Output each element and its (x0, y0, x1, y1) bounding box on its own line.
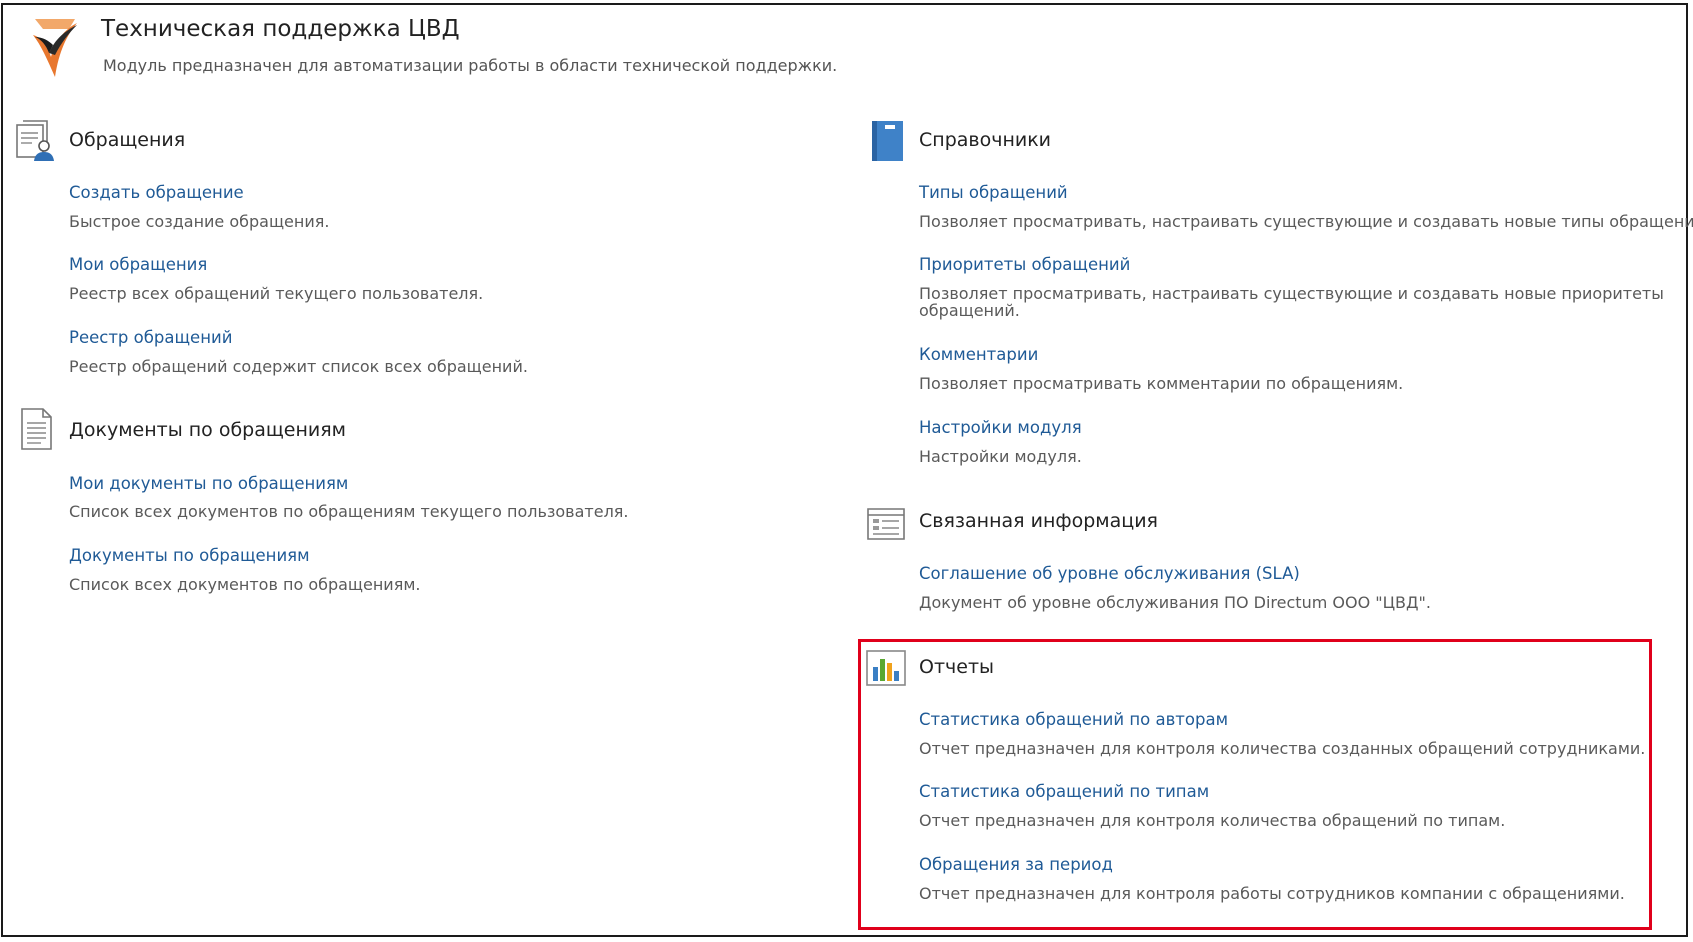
section-title-appeals: Обращения (69, 129, 186, 151)
desc-sla: Документ об уровне обслуживания ПО Direc… (919, 593, 1431, 612)
info-panel-icon (867, 508, 905, 540)
link-stats-by-types[interactable]: Статистика обращений по типам (919, 782, 1209, 801)
book-icon (872, 121, 903, 161)
desc-my-appeal-documents: Список всех документов по обращениям тек… (69, 502, 629, 521)
link-appeals-registry[interactable]: Реестр обращений (69, 328, 232, 347)
desc-comments: Позволяет просматривать комментарии по о… (919, 374, 1404, 393)
link-sla[interactable]: Соглашение об уровне обслуживания (SLA) (919, 564, 1300, 583)
cvd-logo-icon (33, 19, 77, 77)
document-list-icon (21, 408, 52, 450)
link-my-appeal-documents[interactable]: Мои документы по обращениям (69, 474, 348, 493)
desc-module-settings: Настройки модуля. (919, 447, 1082, 466)
desc-appeal-types: Позволяет просматривать, настраивать сущ… (919, 212, 1693, 231)
desc-appeal-priorities: Позволяет просматривать, настраивать сущ… (919, 284, 1664, 320)
link-appeal-types[interactable]: Типы обращений (919, 183, 1068, 202)
link-appeals-for-period[interactable]: Обращения за период (919, 855, 1113, 874)
link-module-settings[interactable]: Настройки модуля (919, 418, 1082, 437)
desc-stats-by-types: Отчет предназначен для контроля количест… (919, 811, 1506, 830)
desc-my-appeals: Реестр всех обращений текущего пользоват… (69, 284, 484, 303)
link-comments[interactable]: Комментарии (919, 345, 1038, 364)
link-create-appeal[interactable]: Создать обращение (69, 183, 244, 202)
section-title-references: Справочники (919, 129, 1052, 151)
section-title-reports: Отчеты (919, 656, 995, 678)
section-title-documents: Документы по обращениям (69, 419, 346, 441)
desc-appeal-documents: Список всех документов по обращениям. (69, 575, 421, 594)
link-my-appeals[interactable]: Мои обращения (69, 255, 207, 274)
section-title-related: Связанная информация (919, 510, 1158, 532)
desc-create-appeal: Быстрое создание обращения. (69, 212, 330, 231)
bar-chart-icon (866, 650, 906, 686)
link-stats-by-authors[interactable]: Статистика обращений по авторам (919, 710, 1228, 729)
desc-stats-by-authors: Отчет предназначен для контроля количест… (919, 739, 1646, 758)
page-frame: Техническая поддержка ЦВД Модуль предназ… (1, 3, 1693, 937)
appeal-user-document-icon (16, 120, 54, 161)
desc-appeals-registry: Реестр обращений содержит список всех об… (69, 357, 528, 376)
link-appeal-priorities[interactable]: Приоритеты обращений (919, 255, 1130, 274)
app-title: Техническая поддержка ЦВД (101, 16, 460, 42)
link-appeal-documents[interactable]: Документы по обращениям (69, 546, 310, 565)
app-subtitle: Модуль предназначен для автоматизации ра… (103, 56, 838, 75)
desc-appeals-for-period: Отчет предназначен для контроля работы с… (919, 884, 1625, 903)
